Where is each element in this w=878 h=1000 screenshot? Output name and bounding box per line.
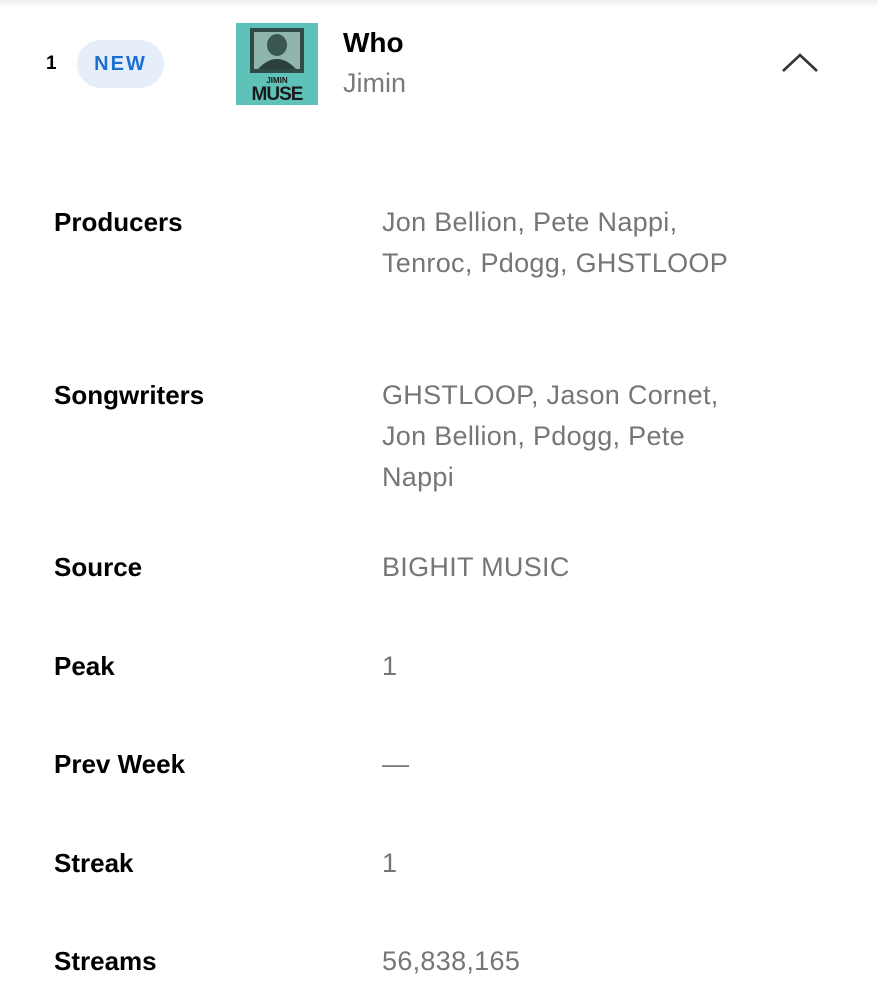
detail-value: Jon Bellion, Pete Nappi, Tenroc, Pdogg, … (382, 207, 729, 278)
detail-value: 1 (382, 651, 398, 681)
detail-label: Producers (54, 207, 183, 237)
detail-value: BIGHIT MUSIC (382, 552, 570, 582)
new-badge: NEW (77, 40, 164, 88)
detail-label: Songwriters (54, 380, 205, 410)
detail-value: GHSTLOOP, Jason Cornet, Jon Bellion, Pdo… (382, 380, 719, 492)
detail-value: — (382, 749, 410, 779)
detail-value: 1 (382, 848, 398, 878)
chevron-up-icon (782, 53, 818, 72)
collapse-button[interactable] (778, 46, 822, 78)
detail-label: Streak (54, 848, 134, 878)
detail-value: 56,838,165 (382, 946, 521, 976)
detail-label: Prev Week (54, 749, 186, 779)
track-artist[interactable]: Jimin (343, 66, 406, 100)
cover-album-text: MUSE (252, 84, 303, 105)
detail-label: Source (54, 552, 143, 582)
detail-label: Peak (54, 651, 115, 681)
album-cover: JIMIN MUSE (236, 23, 318, 105)
track-title[interactable]: Who (343, 26, 404, 60)
detail-label: Streams (54, 946, 157, 976)
rank-number: 1 (46, 53, 57, 74)
top-divider (0, 0, 878, 8)
